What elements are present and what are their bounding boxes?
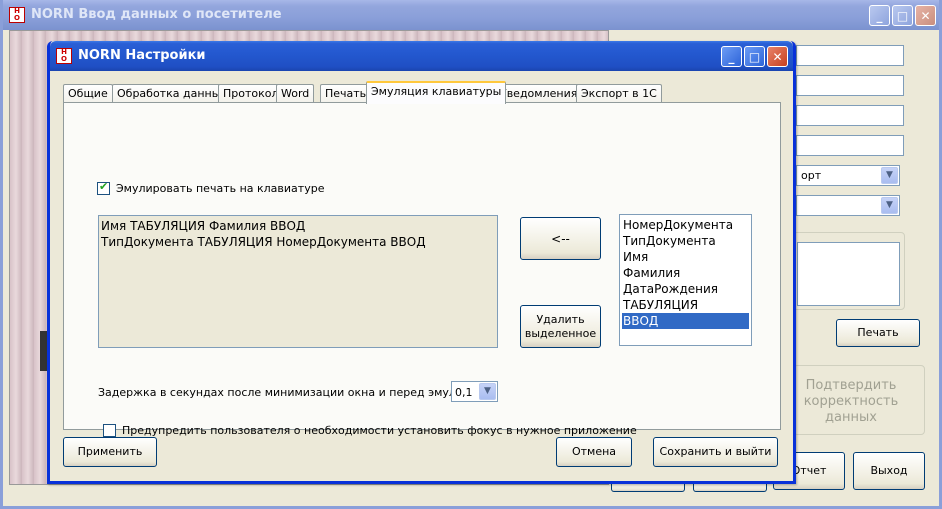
list-item[interactable]: Фамилия	[622, 265, 749, 281]
save-and-exit-button[interactable]: Сохранить и выйти	[653, 437, 778, 467]
list-item[interactable]: ДатаРождения	[622, 281, 749, 297]
list-item[interactable]: ТипДокумента	[622, 233, 749, 249]
settings-title: NORN Настройки	[78, 48, 206, 63]
chevron-down-icon[interactable]: ▼	[479, 383, 496, 400]
settings-titlebar[interactable]: НО NORN Настройки _ □ ✕	[50, 41, 793, 71]
apply-button[interactable]: Применить	[63, 437, 157, 467]
minimize-button[interactable]: _	[869, 5, 890, 26]
add-field-button[interactable]: <--	[520, 217, 601, 260]
warn-focus-checkbox[interactable]	[103, 424, 116, 437]
warn-focus-label[interactable]: Предупредить пользователя о необходимост…	[122, 424, 637, 437]
tab-protocol[interactable]: Протокол	[218, 84, 284, 103]
keyboard-emulation-panel: Эмулировать печать на клавиатуре Имя ТАБ…	[63, 102, 781, 437]
app-logo-icon: НО	[56, 48, 72, 64]
visitor-field-2[interactable]	[796, 75, 904, 96]
fields-listbox[interactable]: НомерДокумента ТипДокумента Имя Фамилия …	[619, 214, 752, 346]
document-type-value: орт	[801, 169, 822, 182]
exit-button[interactable]: Выход	[853, 452, 925, 490]
tab-general[interactable]: Общие	[63, 84, 113, 103]
visitor-window-titlebar[interactable]: НО NORN Ввод данных о посетителе _ □ ✕	[3, 0, 939, 30]
maximize-button[interactable]: □	[892, 5, 913, 26]
minimize-button[interactable]: _	[721, 46, 742, 67]
delay-value: 0,1	[455, 386, 473, 399]
settings-dialog: НО NORN Настройки _ □ ✕ Общие Обработка …	[47, 41, 796, 484]
tab-export-1c[interactable]: Экспорт в 1С	[576, 84, 662, 103]
delay-select[interactable]: 0,1 ▼	[451, 381, 498, 402]
tab-data-processing[interactable]: Обработка данных	[112, 84, 232, 103]
tab-keyboard-emulation[interactable]: Эмуляция клавиатуры	[366, 81, 507, 104]
delay-label: Задержка в секундах после минимизации ок…	[98, 386, 492, 399]
secondary-select[interactable]: ▼	[796, 195, 900, 216]
document-type-select[interactable]: орт ▼	[796, 165, 900, 186]
visitor-window-title: NORN Ввод данных о посетителе	[31, 7, 282, 22]
maximize-button[interactable]: □	[744, 46, 765, 67]
notes-group	[793, 232, 905, 310]
notes-field[interactable]	[797, 242, 900, 306]
tab-notifications[interactable]: Уведомления	[495, 84, 583, 103]
close-button[interactable]: ✕	[915, 5, 936, 26]
visitor-field-1[interactable]	[796, 45, 904, 66]
print-button[interactable]: Печать	[836, 319, 920, 347]
chevron-down-icon[interactable]: ▼	[881, 167, 898, 184]
visitor-field-4[interactable]	[796, 135, 904, 156]
tab-word[interactable]: Word	[276, 84, 315, 103]
list-item-selected[interactable]: ВВОД	[622, 313, 749, 329]
cancel-button[interactable]: Отмена	[556, 437, 632, 467]
emulation-sequence-textarea[interactable]: Имя ТАБУЛЯЦИЯ Фамилия ВВОД ТипДокумента …	[98, 215, 498, 348]
list-item[interactable]: ТАБУЛЯЦИЯ	[622, 297, 749, 313]
emulate-checkbox[interactable]	[97, 180, 110, 195]
chevron-down-icon[interactable]: ▼	[881, 197, 898, 214]
tab-print[interactable]: Печать	[320, 84, 372, 103]
close-button[interactable]: ✕	[767, 46, 788, 67]
emulate-checkbox-label[interactable]: Эмулировать печать на клавиатуре	[116, 182, 324, 195]
list-item[interactable]: НомерДокумента	[622, 217, 749, 233]
visitor-field-3[interactable]	[796, 105, 904, 126]
delete-selected-button[interactable]: Удалить выделенное	[520, 305, 601, 348]
confirm-data-button[interactable]: Подтвердить корректность данных	[799, 372, 903, 432]
app-logo-icon: НО	[9, 7, 25, 23]
list-item[interactable]: Имя	[622, 249, 749, 265]
